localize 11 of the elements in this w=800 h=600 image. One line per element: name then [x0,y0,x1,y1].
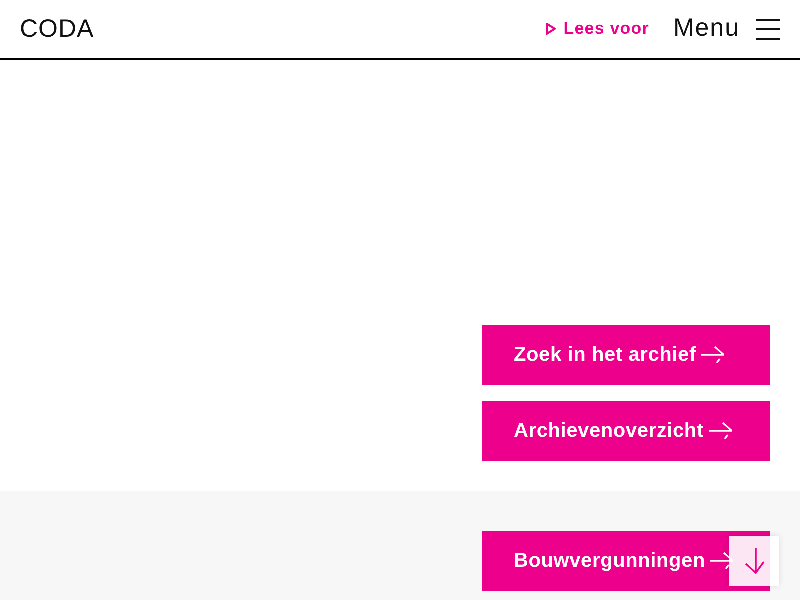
right-arrow-icon [708,421,733,441]
read-aloud-button[interactable]: Lees voor [546,16,650,42]
link-button[interactable]: Archievenoverzicht [482,401,770,461]
down-arrow-icon [743,547,765,575]
menu-icon [756,18,780,40]
scroll-down-button[interactable] [729,536,779,586]
site-logo[interactable]: CODA [20,16,94,42]
link-button[interactable]: Zoek in het archief [482,325,770,385]
right-arrow-icon [700,345,726,365]
play-icon [546,23,556,35]
menu-button[interactable]: Menu [673,10,780,48]
